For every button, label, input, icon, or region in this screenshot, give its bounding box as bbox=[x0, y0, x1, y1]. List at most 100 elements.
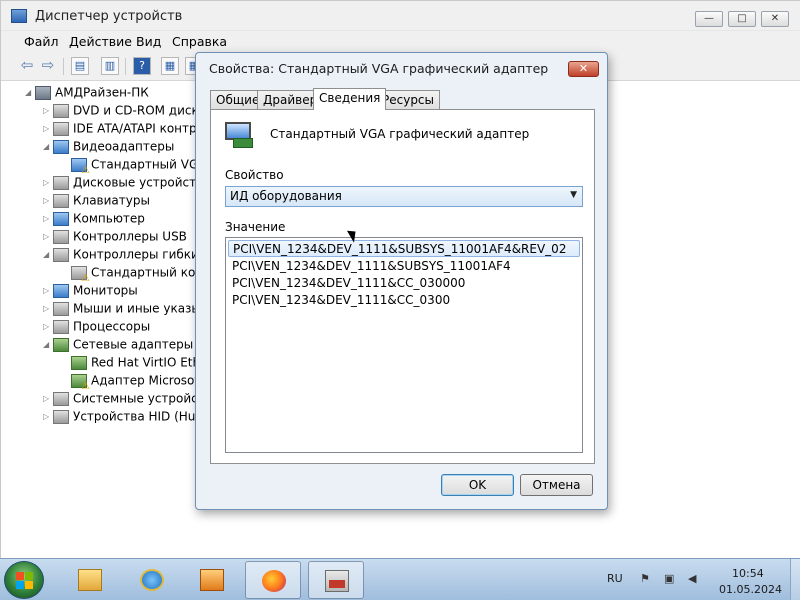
clock-time[interactable]: 10:54 bbox=[732, 567, 764, 580]
clock-date[interactable]: 01.05.2024 bbox=[719, 583, 782, 596]
tree-item-computer[interactable]: ▷ Компьютер bbox=[43, 211, 145, 229]
tree-item-usb[interactable]: ▷ Контроллеры USB bbox=[43, 229, 187, 247]
properties-icon[interactable]: ▤ bbox=[71, 57, 89, 75]
collapse-icon[interactable]: ◢ bbox=[43, 340, 53, 349]
expand-icon[interactable]: ▷ bbox=[43, 196, 53, 205]
cpu-icon bbox=[53, 319, 69, 334]
window-title: Диспетчер устройств bbox=[35, 9, 183, 24]
expand-icon[interactable]: ▷ bbox=[43, 232, 53, 241]
expand-icon[interactable]: ▷ bbox=[43, 304, 53, 313]
display-icon bbox=[53, 139, 69, 154]
toolbar-separator bbox=[63, 58, 64, 75]
expand-icon[interactable]: ▷ bbox=[43, 124, 53, 133]
maximize-button[interactable]: □ bbox=[728, 11, 756, 27]
expand-icon[interactable]: ▷ bbox=[43, 106, 53, 115]
expand-icon[interactable]: ▷ bbox=[43, 412, 53, 421]
expand-icon[interactable]: ▷ bbox=[43, 286, 53, 295]
ie-icon bbox=[140, 569, 164, 591]
menu-action[interactable]: Действие bbox=[69, 34, 132, 49]
tab-details[interactable]: Сведения bbox=[313, 88, 387, 110]
cancel-button[interactable]: Отмена bbox=[520, 474, 593, 496]
list-item[interactable]: PCI\VEN_1234&DEV_1111&CC_0300 bbox=[228, 292, 580, 309]
view-icon[interactable]: ▥ bbox=[101, 57, 119, 75]
device-name: Стандартный VGA графический адаптер bbox=[270, 127, 530, 141]
volume-icon[interactable]: ◀ bbox=[688, 572, 696, 585]
property-label: Свойство bbox=[225, 168, 284, 182]
usb-icon bbox=[53, 229, 69, 244]
tree-item-monitors[interactable]: ▷ Мониторы bbox=[43, 283, 138, 301]
tree-root[interactable]: ◢ АМДРайзен-ПК bbox=[25, 85, 149, 103]
device-manager-icon bbox=[11, 9, 27, 23]
tree-item-floppy-controller[interactable]: Стандартный конт bbox=[71, 265, 210, 284]
taskbar-ie[interactable] bbox=[124, 561, 180, 599]
monitor-icon bbox=[53, 283, 69, 298]
language-indicator[interactable]: RU bbox=[607, 572, 623, 585]
properties-dialog: Свойства: Стандартный VGA графический ад… bbox=[195, 52, 608, 510]
taskbar-firefox[interactable] bbox=[245, 561, 301, 599]
disk-icon bbox=[53, 175, 69, 190]
tree-item-ms-adapter[interactable]: Адаптер Microsoft bbox=[71, 373, 203, 392]
tree-item-system[interactable]: ▷ Системные устройст bbox=[43, 391, 205, 409]
tree-item-display[interactable]: ◢ Видеоадаптеры bbox=[43, 139, 174, 157]
taskbar: RU ⚑ ▣ ◀ 10:54 01.05.2024 bbox=[0, 558, 800, 600]
taskbar-explorer[interactable] bbox=[62, 561, 118, 599]
firefox-icon bbox=[262, 570, 286, 592]
collapse-icon[interactable]: ◢ bbox=[43, 250, 53, 259]
network-card-icon bbox=[71, 355, 87, 370]
tree-item-dvd[interactable]: ▷ DVD и CD-ROM диско bbox=[43, 103, 206, 121]
tree-item-virtio[interactable]: Red Hat VirtIO Ethe bbox=[71, 355, 208, 373]
scan-icon[interactable]: ▦ bbox=[161, 57, 179, 75]
dvd-icon bbox=[53, 103, 69, 118]
action-center-flag-icon[interactable]: ⚑ bbox=[640, 572, 650, 585]
value-list[interactable]: PCI\VEN_1234&DEV_1111&SUBSYS_11001AF4&RE… bbox=[225, 237, 583, 453]
tree-item-hid[interactable]: ▷ Устройства HID (Hum bbox=[43, 409, 207, 427]
taskbar-media-player[interactable] bbox=[184, 561, 240, 599]
keyboard-icon bbox=[53, 193, 69, 208]
show-desktop-button[interactable] bbox=[790, 559, 800, 600]
tree-item-floppy[interactable]: ◢ Контроллеры гибких bbox=[43, 247, 206, 265]
dialog-close-button[interactable]: ✕ bbox=[568, 61, 599, 77]
expand-icon[interactable]: ▷ bbox=[43, 394, 53, 403]
network-tray-icon[interactable]: ▣ bbox=[664, 572, 674, 585]
title-bar[interactable]: Диспетчер устройств — □ ✕ bbox=[1, 1, 800, 31]
collapse-icon[interactable]: ◢ bbox=[25, 88, 35, 97]
tree-item-vga[interactable]: Стандартный VGA bbox=[71, 157, 206, 176]
ok-button[interactable]: OK bbox=[441, 474, 514, 496]
property-value: ИД оборудования bbox=[230, 189, 342, 203]
tree-item-cpu[interactable]: ▷ Процессоры bbox=[43, 319, 150, 337]
display-adapter-icon bbox=[225, 122, 253, 150]
expand-icon[interactable]: ▷ bbox=[43, 178, 53, 187]
computer-icon bbox=[35, 85, 51, 100]
minimize-button[interactable]: — bbox=[695, 11, 723, 27]
floppy-warn-icon bbox=[71, 265, 90, 284]
help-icon[interactable]: ? bbox=[133, 57, 151, 75]
tree-item-network[interactable]: ◢ Сетевые адаптеры bbox=[43, 337, 193, 355]
details-panel: Стандартный VGA графический адаптер Свой… bbox=[210, 109, 595, 464]
collapse-icon[interactable]: ◢ bbox=[43, 142, 53, 151]
menu-file[interactable]: Файл bbox=[24, 34, 59, 49]
network-icon bbox=[53, 337, 69, 352]
tree-item-disk[interactable]: ▷ Дисковые устройства bbox=[43, 175, 211, 193]
windows-logo-icon bbox=[16, 572, 34, 590]
mouse-icon bbox=[53, 301, 69, 316]
taskbar-device-manager[interactable] bbox=[308, 561, 364, 599]
value-label: Значение bbox=[225, 220, 286, 234]
tree-item-keyboard[interactable]: ▷ Клавиатуры bbox=[43, 193, 150, 211]
device-manager-icon bbox=[325, 570, 349, 592]
back-icon[interactable]: ⇦ bbox=[18, 57, 36, 75]
expand-icon[interactable]: ▷ bbox=[43, 322, 53, 331]
property-dropdown[interactable]: ИД оборудования ▼ bbox=[225, 186, 583, 207]
menu-view[interactable]: Вид bbox=[136, 34, 161, 49]
start-button[interactable] bbox=[4, 561, 44, 599]
ide-icon bbox=[53, 121, 69, 136]
list-item[interactable]: PCI\VEN_1234&DEV_1111&SUBSYS_11001AF4 bbox=[228, 258, 580, 275]
expand-icon[interactable]: ▷ bbox=[43, 214, 53, 223]
tree-item-ide[interactable]: ▷ IDE ATA/ATAPI контр bbox=[43, 121, 197, 139]
close-button[interactable]: ✕ bbox=[761, 11, 789, 27]
forward-icon[interactable]: ⇨ bbox=[39, 57, 57, 75]
menu-help[interactable]: Справка bbox=[172, 34, 227, 49]
list-item[interactable]: PCI\VEN_1234&DEV_1111&SUBSYS_11001AF4&RE… bbox=[228, 240, 580, 257]
computer-icon bbox=[53, 211, 69, 226]
list-item[interactable]: PCI\VEN_1234&DEV_1111&CC_030000 bbox=[228, 275, 580, 292]
tree-item-mice[interactable]: ▷ Мыши и иные указы bbox=[43, 301, 201, 319]
